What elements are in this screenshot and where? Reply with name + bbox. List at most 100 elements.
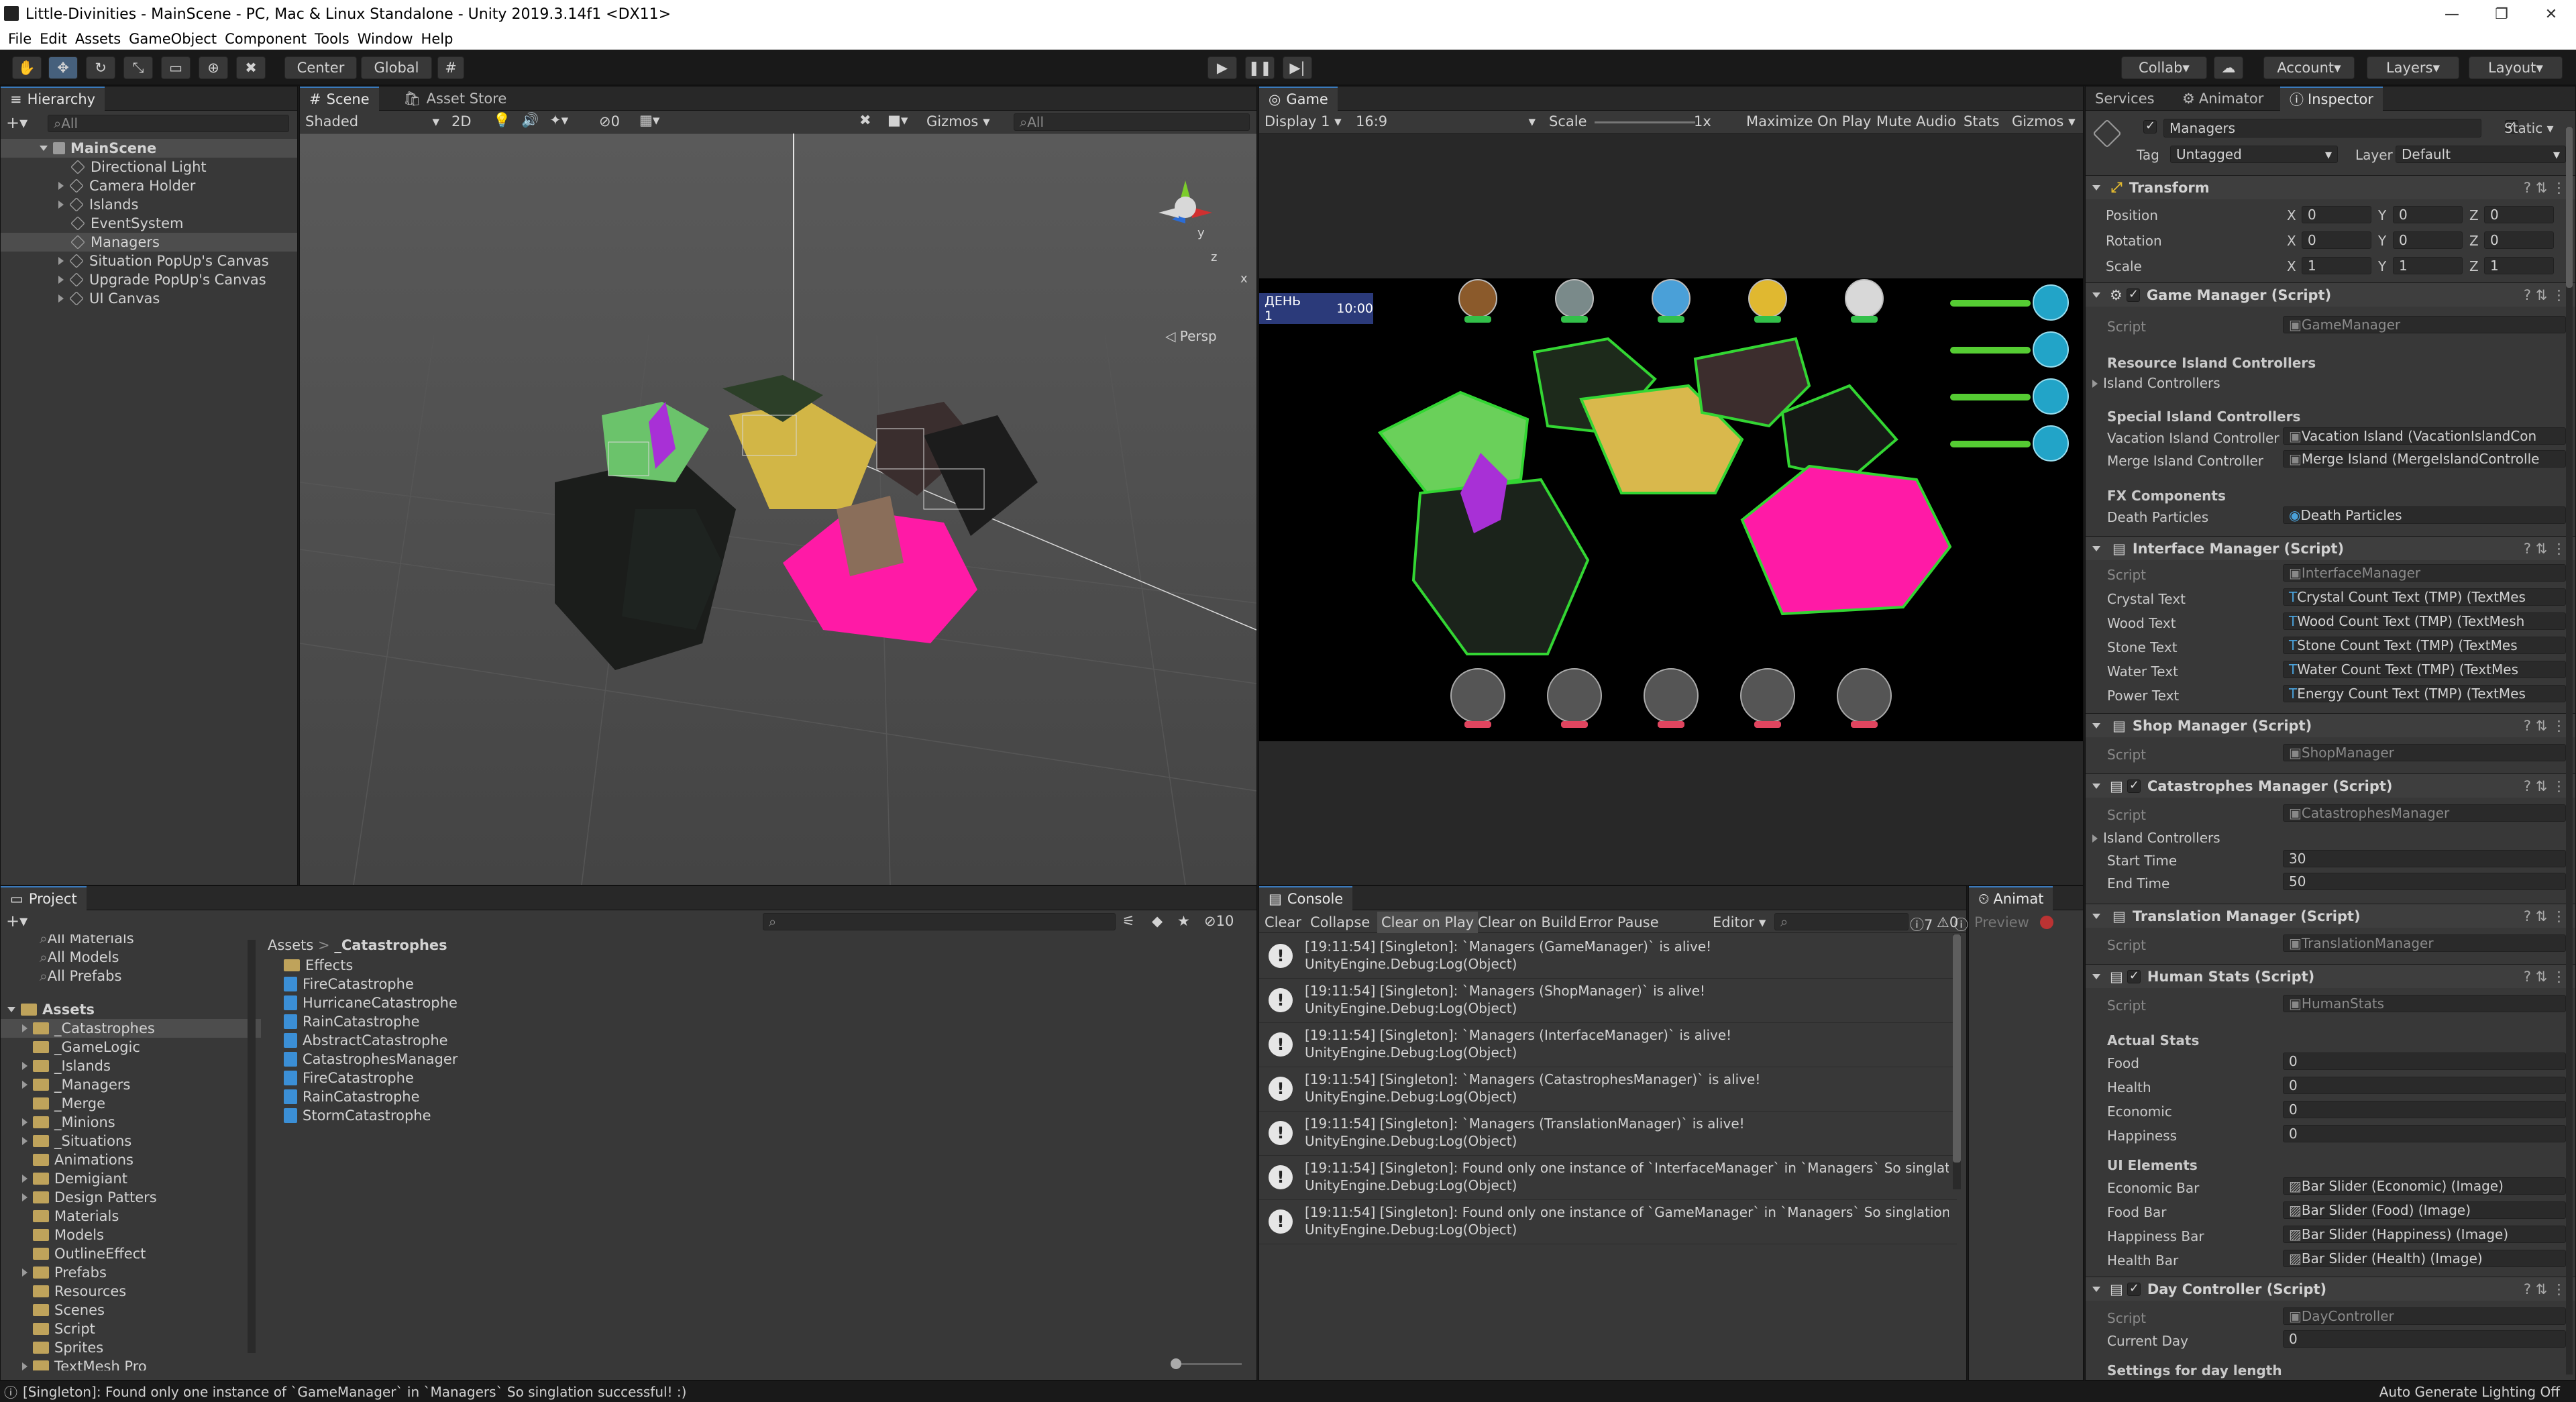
play-button[interactable]: ▶	[1208, 56, 1237, 79]
transform-header[interactable]: ⤢ Transform? ⇅ ⋮	[2086, 175, 2575, 199]
menu-window[interactable]: Window	[358, 31, 413, 47]
script-field[interactable]: ▣ GameManager	[2283, 316, 2566, 333]
interface-field[interactable]: T Stone Count Text (TMP) (TextMes	[2283, 637, 2566, 654]
game-manager-header[interactable]: ⚙Game Manager (Script)? ⇅ ⋮	[2086, 282, 2575, 307]
layer-dropdown[interactable]: Default ▾	[2396, 146, 2566, 163]
scale-tool-button[interactable]: ⤡	[123, 56, 153, 79]
merge-field[interactable]: ▣ Merge Island (MergeIslandControlle	[2283, 450, 2566, 468]
breadcrumb-current[interactable]: _Catastrophes	[334, 937, 447, 953]
death-particles-field[interactable]: ◉ Death Particles	[2283, 506, 2566, 524]
interface-field[interactable]: T Wood Count Text (TMP) (TextMesh	[2283, 612, 2566, 630]
console-search-input[interactable]: ⌕	[1774, 913, 1909, 930]
log-entry[interactable]: ! [19:11:54] [Singleton]: `Managers (Tran…	[1259, 1112, 1957, 1156]
translation-manager-header[interactable]: ▤ Translation Manager (Script)? ⇅ ⋮	[2086, 904, 2575, 928]
vacation-field[interactable]: ▣ Vacation Island (VacationIslandCon	[2283, 427, 2566, 445]
script-field[interactable]: ▣ DayController	[2283, 1307, 2566, 1325]
inspector-scrollbar[interactable]	[2566, 127, 2573, 1374]
project-folder[interactable]: Animations	[1, 1150, 261, 1169]
cloud-button[interactable]: ☁	[2214, 56, 2243, 79]
menu-file[interactable]: File	[8, 31, 32, 47]
interface-field[interactable]: T Water Count Text (TMP) (TextMes	[2283, 661, 2566, 678]
error-pause-toggle[interactable]: Error Pause	[1578, 914, 1659, 930]
end-time-field[interactable]: 50	[2283, 873, 2566, 890]
asset-item[interactable]: AbstractCatastrophe	[268, 1031, 1247, 1050]
log-entry[interactable]: ! [19:11:54] [Singleton]: `Managers (Inte…	[1259, 1023, 1957, 1067]
layers-button[interactable]: Layers ▾	[2367, 56, 2459, 79]
stat-field[interactable]: 0	[2283, 1101, 2566, 1118]
log-entry[interactable]: ! [19:11:54] [Singleton]: Found only one …	[1259, 1156, 1957, 1200]
favorite-item[interactable]: ⌕ All Models	[1, 948, 261, 967]
project-folder[interactable]: Design Patters	[1, 1188, 261, 1207]
menu-gameobject[interactable]: GameObject	[129, 31, 217, 47]
tree-scrollbar[interactable]	[248, 940, 256, 1353]
asset-item[interactable]: FireCatastrophe	[268, 975, 1247, 993]
persp-label[interactable]: ◁ Persp	[1165, 328, 1217, 344]
minimize-button[interactable]: —	[2427, 0, 2477, 28]
hidden-objects-toggle[interactable]: ⊘0	[599, 113, 620, 129]
script-field[interactable]: ▣ HumanStats	[2283, 995, 2566, 1012]
interface-manager-header[interactable]: ▤ Interface Manager (Script)? ⇅ ⋮	[2086, 536, 2575, 560]
log-entry[interactable]: ! [19:11:54] [Singleton]: `Managers (Cata…	[1259, 1067, 1957, 1112]
asset-item[interactable]: HurricaneCatastrophe	[268, 993, 1247, 1012]
camera-icon[interactable]: ■▾	[888, 112, 908, 128]
current-day-field[interactable]: 0	[2283, 1330, 2566, 1348]
component-enabled-checkbox[interactable]	[2127, 778, 2141, 793]
ui-element-field[interactable]: ▨ Bar Slider (Economic) (Image)	[2283, 1177, 2566, 1195]
project-folder[interactable]: Sprites	[1, 1338, 261, 1357]
mute-audio-toggle[interactable]: Mute Audio	[1876, 113, 1956, 129]
log-entry[interactable]: ! [19:11:54] [Singleton]: Found only one …	[1259, 1200, 1957, 1244]
asset-item[interactable]: RainCatastrophe	[268, 1012, 1247, 1031]
maximize-button[interactable]: ❐	[2477, 0, 2526, 28]
filter-label-icon[interactable]: ◆	[1152, 913, 1163, 929]
custom-tool-button[interactable]: ✖	[236, 56, 266, 79]
component-enabled-checkbox[interactable]	[2126, 287, 2140, 302]
static-dropdown[interactable]: Static ▾	[2504, 120, 2554, 136]
grid-snap-button[interactable]: #	[437, 56, 464, 79]
component-enabled-checkbox[interactable]	[2127, 1281, 2141, 1296]
effects-toggle-icon[interactable]: ✦▾	[549, 112, 568, 128]
error-count-toggle[interactable]: ⓘ	[1954, 914, 1968, 934]
icon-size-slider[interactable]	[1171, 1358, 1242, 1369]
tab-animator[interactable]: ⚙ Animator	[2173, 87, 2273, 111]
close-button[interactable]: ✕	[2526, 0, 2576, 28]
human-stats-header[interactable]: ▤Human Stats (Script)? ⇅ ⋮	[2086, 964, 2575, 988]
stat-field[interactable]: 0	[2283, 1053, 2566, 1070]
project-folder[interactable]: _Managers	[1, 1075, 261, 1094]
tab-asset-store[interactable]: 🛍 Asset Store	[394, 87, 516, 111]
project-folder[interactable]: Script	[1, 1319, 261, 1338]
hierarchy-search-input[interactable]: ⌕ All	[48, 115, 289, 132]
create-dropdown[interactable]: +▾	[6, 113, 28, 132]
menu-edit[interactable]: Edit	[40, 31, 67, 47]
favorite-item[interactable]: ⌕ All Prefabs	[1, 967, 261, 985]
menu-assets[interactable]: Assets	[75, 31, 121, 47]
project-folder[interactable]: OutlineEffect	[1, 1244, 261, 1263]
transform-tool-button[interactable]: ⊕	[199, 56, 228, 79]
gizmos-dropdown[interactable]: Gizmos ▾	[926, 113, 990, 129]
console-scrollbar[interactable]	[1953, 934, 1961, 1189]
project-folder[interactable]: Scenes	[1, 1301, 261, 1319]
transform-scl-x-field[interactable]: 1	[2302, 257, 2371, 274]
hierarchy-item[interactable]: Camera Holder	[1, 176, 297, 195]
script-field[interactable]: ▣ InterfaceManager	[2283, 564, 2566, 582]
menu-tools[interactable]: Tools	[315, 31, 350, 47]
tag-dropdown[interactable]: Untagged ▾	[2170, 146, 2338, 163]
favorites-icon[interactable]: ★	[1177, 913, 1190, 929]
project-folder[interactable]: Models	[1, 1226, 261, 1244]
tab-inspector[interactable]: ⓘ Inspector	[2280, 87, 2383, 111]
pivot-global-button[interactable]: Global	[361, 56, 432, 79]
project-folder[interactable]: Demigiant	[1, 1169, 261, 1188]
shop-manager-header[interactable]: ▤ Shop Manager (Script)? ⇅ ⋮	[2086, 713, 2575, 737]
pivot-center-button[interactable]: Center	[284, 56, 357, 79]
hierarchy-item[interactable]: EventSystem	[1, 214, 297, 233]
transform-scl-z-field[interactable]: 1	[2484, 257, 2554, 274]
collab-button[interactable]: Collab ▾	[2121, 56, 2207, 79]
log-entry[interactable]: ! [19:11:54] [Singleton]: `Managers (Shop…	[1259, 979, 1957, 1023]
account-button[interactable]: Account ▾	[2263, 56, 2355, 79]
tab-scene[interactable]: # Scene	[300, 87, 379, 111]
transform-rot-y-field[interactable]: 0	[2393, 231, 2463, 249]
hidden-packages-toggle[interactable]: ⊘10	[1204, 913, 1234, 929]
active-checkbox[interactable]	[2143, 119, 2157, 133]
hierarchy-item[interactable]: Upgrade PopUp's Canvas	[1, 270, 297, 289]
clear-on-build-toggle[interactable]: Clear on Build	[1478, 914, 1576, 930]
hierarchy-item-selected[interactable]: Managers	[1, 233, 297, 252]
